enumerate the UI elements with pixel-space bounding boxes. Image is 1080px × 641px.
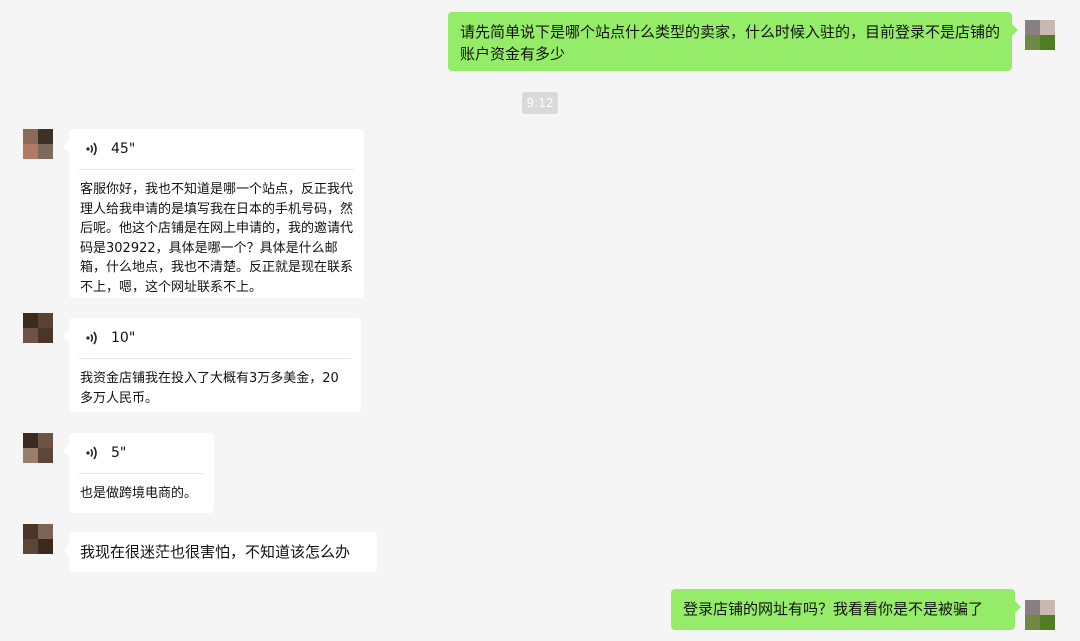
voice-player[interactable]: 5" xyxy=(69,433,214,473)
self-avatar[interactable] xyxy=(1025,20,1055,50)
message-text: 登录店铺的网址有吗？我看看你是不是被骗了 xyxy=(683,600,984,618)
contact-avatar[interactable] xyxy=(23,129,53,159)
voice-wave-icon xyxy=(86,446,97,460)
voice-duration: 45" xyxy=(111,141,136,157)
voice-player[interactable]: 10" xyxy=(69,318,361,358)
sent-message[interactable]: 请先简单说下是哪个站点什么类型的卖家，什么时候入驻的，目前登录不是店铺的账户资金… xyxy=(448,12,1018,71)
voice-player[interactable]: 45" xyxy=(69,129,364,169)
voice-transcript: 也是做跨境电商的。 xyxy=(80,486,198,501)
message-timestamp: 9:12 xyxy=(522,92,558,114)
contact-avatar[interactable] xyxy=(23,313,53,343)
voice-transcript: 客服你好，我也不知道是哪一个站点，反正我代理人给我申请的是填写我在日本的手机号码… xyxy=(80,182,354,295)
received-message[interactable]: 我现在很迷茫也很害怕，不知道该怎么办 xyxy=(63,532,377,572)
voice-message[interactable]: 10" 我资金店铺我在投入了大概有3万多美金，20多万人民币。 xyxy=(63,318,361,412)
message-text: 请先简单说下是哪个站点什么类型的卖家，什么时候入驻的，目前登录不是店铺的账户资金… xyxy=(460,23,1001,63)
voice-wave-icon xyxy=(86,142,97,156)
contact-avatar[interactable] xyxy=(23,524,53,554)
message-text: 我现在很迷茫也很害怕，不知道该怎么办 xyxy=(80,543,351,561)
contact-avatar[interactable] xyxy=(23,433,53,463)
voice-message[interactable]: 5" 也是做跨境电商的。 xyxy=(63,433,214,513)
voice-message[interactable]: 45" 客服你好，我也不知道是哪一个站点，反正我代理人给我申请的是填写我在日本的… xyxy=(63,129,364,298)
voice-duration: 10" xyxy=(111,330,136,346)
voice-wave-icon xyxy=(86,331,97,345)
voice-transcript: 我资金店铺我在投入了大概有3万多美金，20多万人民币。 xyxy=(80,371,339,406)
sent-message[interactable]: 登录店铺的网址有吗？我看看你是不是被骗了 xyxy=(671,589,1021,630)
voice-duration: 5" xyxy=(111,445,127,461)
self-avatar[interactable] xyxy=(1025,600,1055,630)
